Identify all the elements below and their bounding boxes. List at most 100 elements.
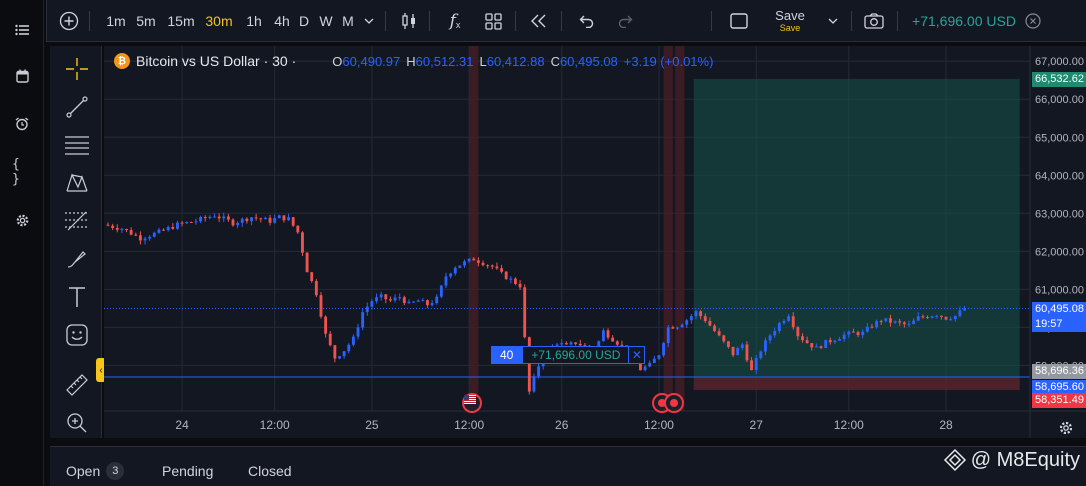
time-axis-label: 26 — [555, 418, 569, 432]
candle-body — [666, 327, 670, 344]
watermark-text: @ M8Equity — [970, 448, 1080, 471]
undo-icon[interactable] — [575, 0, 599, 42]
candle-body — [560, 343, 564, 345]
tab-closed[interactable]: Closed — [248, 463, 292, 479]
bitcoin-logo-icon: ₿ — [114, 53, 130, 69]
timeframe-5m[interactable]: 5m — [133, 0, 159, 42]
candle-body — [958, 310, 962, 316]
candle-body — [926, 317, 929, 319]
zoom-in-icon[interactable] — [64, 410, 90, 436]
add-symbol-icon[interactable] — [57, 0, 81, 42]
redo-icon[interactable] — [613, 0, 637, 42]
trend-line-icon[interactable] — [64, 94, 90, 120]
ruler-icon[interactable] — [64, 372, 90, 398]
chevron-down-icon[interactable] — [361, 0, 377, 42]
calendar-icon[interactable] — [12, 66, 32, 86]
symbol-legend: ₿ Bitcoin vs US Dollar · 30 · O 60,490.97… — [114, 53, 713, 69]
position-quantity[interactable]: 40 — [491, 346, 523, 364]
timeframe-D[interactable]: D — [295, 0, 313, 42]
candle-body — [226, 216, 230, 220]
high-key: H — [406, 53, 416, 69]
symbol-title[interactable]: Bitcoin vs US Dollar · 30 · — [136, 53, 296, 69]
us-flag-event-icon[interactable] — [462, 393, 482, 413]
candle-body — [916, 316, 920, 321]
close-circle-icon[interactable] — [1022, 0, 1044, 42]
timeframe-15m[interactable]: 15m — [165, 0, 197, 42]
braces-icon[interactable]: { } — [12, 157, 32, 187]
save-sublabel: Save — [779, 23, 801, 33]
candle-body — [652, 358, 656, 363]
layouts-grid-icon[interactable] — [481, 0, 505, 42]
candle-body — [370, 301, 374, 307]
chart-settings-icon[interactable] — [1058, 420, 1076, 438]
candle-body — [518, 283, 522, 288]
candle-body — [782, 320, 786, 324]
drawing-toolbar — [50, 46, 102, 438]
position-line-label[interactable]: 40 +71,696.00 USD ✕ — [491, 346, 646, 364]
candle-body — [435, 296, 439, 304]
timeframe-M[interactable]: M — [339, 0, 357, 42]
tab-open[interactable]: Open 3 — [66, 462, 125, 480]
candle-body — [833, 340, 837, 343]
candle-body — [472, 258, 476, 261]
candle-body — [203, 217, 207, 219]
candle-body — [176, 222, 179, 229]
save-button[interactable]: Save Save — [767, 0, 813, 42]
candles-chart-type-icon[interactable] — [397, 0, 421, 42]
timeframe-1h[interactable]: 1h — [241, 0, 267, 42]
save-menu-chevron-icon[interactable] — [825, 0, 841, 42]
gear-icon[interactable] — [12, 210, 32, 230]
brush-icon[interactable] — [64, 246, 90, 272]
replay-rewind-icon[interactable] — [527, 0, 551, 42]
candle-body — [902, 322, 906, 325]
parallel-channel-icon[interactable] — [64, 132, 90, 158]
crosshair-icon[interactable] — [64, 56, 90, 82]
list-icon[interactable] — [12, 20, 32, 40]
candle-body — [444, 276, 448, 286]
tab-pending[interactable]: Pending — [162, 463, 213, 479]
emoji-sticker-icon[interactable] — [64, 322, 90, 348]
candle-body — [273, 218, 277, 223]
candle-body — [532, 376, 536, 392]
candle-body — [662, 343, 666, 356]
stop-loss-zone — [693, 376, 1020, 391]
timeframe-30m[interactable]: 30m — [203, 0, 235, 42]
candle-body — [847, 331, 851, 335]
fib-retracement-icon[interactable] — [64, 208, 90, 234]
alarm-clock-icon[interactable] — [12, 114, 32, 134]
candle-body — [486, 265, 490, 267]
indicators-fx-icon[interactable]: fx — [443, 0, 467, 42]
candle-body — [342, 351, 346, 357]
time-axis-label: 24 — [175, 418, 189, 432]
candle-body — [689, 316, 693, 321]
candle-body — [412, 301, 416, 303]
price-axis-label: 62,000.00 — [1035, 246, 1084, 258]
candle-body — [740, 344, 744, 349]
timeframe-4h[interactable]: 4h — [269, 0, 295, 42]
time-axis-label: 12:00 — [260, 418, 290, 432]
price-chart[interactable]: 67,000.00 66,000.00 65,000.00 64,000.00 63,0… — [104, 46, 1086, 438]
economic-event-icon-2[interactable] — [664, 393, 684, 413]
timeframe-1m[interactable]: 1m — [103, 0, 129, 42]
fullscreen-square-icon[interactable] — [727, 0, 751, 42]
candle-body — [865, 326, 869, 332]
low-key: L — [479, 53, 487, 69]
candle-body — [745, 344, 749, 361]
candle-body — [814, 346, 818, 348]
price-axis-label: 61,000.00 — [1035, 284, 1084, 296]
close-position-icon[interactable]: ✕ — [629, 346, 646, 364]
candle-body — [537, 366, 541, 377]
open-key: O — [332, 53, 343, 69]
timeframe-W[interactable]: W — [317, 0, 335, 42]
time-axis-label: 25 — [365, 418, 379, 432]
change-value: +3.19 (+0.01%) — [623, 53, 714, 69]
text-tool-icon[interactable] — [64, 284, 90, 310]
candle-body — [115, 227, 119, 230]
pattern-xabcd-icon[interactable] — [64, 170, 90, 196]
candle-body — [351, 336, 355, 345]
camera-icon[interactable] — [861, 0, 887, 42]
candle-body — [111, 225, 115, 228]
chart-canvas[interactable]: 67,000.00 66,000.00 65,000.00 64,000.00 63,0… — [104, 46, 1086, 438]
candle-body — [828, 339, 832, 343]
candle-body — [217, 216, 221, 219]
